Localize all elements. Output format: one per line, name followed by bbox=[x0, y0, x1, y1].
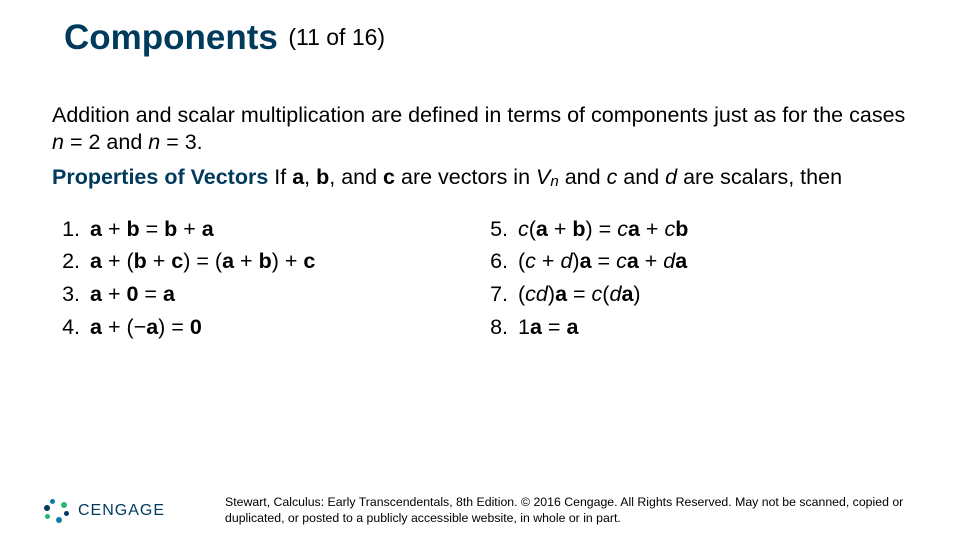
slide-title: Components bbox=[64, 18, 278, 57]
property-number: 2. bbox=[52, 248, 80, 275]
property-equation: a + b = b + a bbox=[90, 216, 214, 243]
footer: CENGAGE Stewart, Calculus: Early Transce… bbox=[0, 495, 960, 526]
properties-lead: Properties of Vectors bbox=[52, 165, 268, 189]
property-item: 1. a + b = b + a bbox=[52, 216, 480, 243]
property-item: 3. a + 0 = a bbox=[52, 281, 480, 308]
property-equation: (c + d)a = ca + da bbox=[518, 248, 687, 275]
slide: Components (11 of 16) Addition and scala… bbox=[0, 0, 960, 540]
property-number: 1. bbox=[52, 216, 80, 243]
copyright-text: Stewart, Calculus: Early Transcendentals… bbox=[165, 495, 908, 526]
property-number: 4. bbox=[52, 314, 80, 341]
property-equation: a + (b + c) = (a + b) + c bbox=[90, 248, 315, 275]
property-number: 3. bbox=[52, 281, 80, 308]
property-item: 2. a + (b + c) = (a + b) + c bbox=[52, 248, 480, 275]
property-number: 6. bbox=[480, 248, 508, 275]
property-equation: c(a + b) = ca + cb bbox=[518, 216, 688, 243]
property-equation: a + (−a) = 0 bbox=[90, 314, 202, 341]
title-row: Components (11 of 16) bbox=[0, 0, 960, 58]
property-item: 6. (c + d)a = ca + da bbox=[480, 248, 908, 275]
cengage-logo-mark-icon bbox=[44, 498, 70, 524]
properties-columns: 1. a + b = b + a 2. a + (b + c) = (a + b) +… bbox=[52, 216, 908, 348]
property-equation: (cd)a = c(da) bbox=[518, 281, 641, 308]
properties-col-left: 1. a + b = b + a 2. a + (b + c) = (a + b) +… bbox=[52, 216, 480, 348]
intro-paragraph: Addition and scalar multiplication are d… bbox=[52, 102, 908, 156]
properties-heading: Properties of Vectors If a, b, and c are… bbox=[52, 164, 908, 192]
property-number: 5. bbox=[480, 216, 508, 243]
property-item: 8. 1a = a bbox=[480, 314, 908, 341]
cengage-logo-text: CENGAGE bbox=[78, 502, 165, 520]
slide-counter: (11 of 16) bbox=[288, 24, 385, 50]
property-item: 4. a + (−a) = 0 bbox=[52, 314, 480, 341]
cengage-logo: CENGAGE bbox=[44, 498, 165, 524]
property-number: 8. bbox=[480, 314, 508, 341]
slide-body: Addition and scalar multiplication are d… bbox=[0, 58, 960, 347]
property-item: 7. (cd)a = c(da) bbox=[480, 281, 908, 308]
properties-col-right: 5. c(a + b) = ca + cb 6. (c + d)a = ca + da… bbox=[480, 216, 908, 348]
property-equation: 1a = a bbox=[518, 314, 578, 341]
property-equation: a + 0 = a bbox=[90, 281, 175, 308]
property-item: 5. c(a + b) = ca + cb bbox=[480, 216, 908, 243]
property-number: 7. bbox=[480, 281, 508, 308]
